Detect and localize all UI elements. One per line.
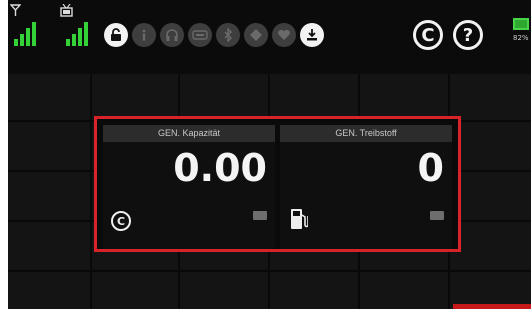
signal-bar — [66, 39, 70, 46]
timer-icon[interactable] — [188, 23, 212, 47]
signal-bar — [14, 39, 18, 46]
copyright-button-label: C — [421, 24, 435, 46]
grid-cell[interactable] — [450, 74, 531, 120]
grid-cell[interactable] — [8, 74, 90, 120]
battery-indicator: 82% — [513, 18, 531, 50]
navigation-icon[interactable] — [244, 23, 268, 47]
antenna-signal-indicator — [10, 4, 44, 48]
grid-cell[interactable] — [92, 74, 178, 120]
generator-fuel-title: GEN. Treibstoff — [280, 125, 452, 142]
app-screen: C ? 82% GEN. Kapazität 0.00 C GEN. Treib… — [8, 0, 531, 309]
bottom-accent-bar — [453, 304, 531, 309]
copyright-button[interactable]: C — [413, 20, 443, 50]
selected-telemetry-widget[interactable]: GEN. Kapazität 0.00 C GEN. Treibstoff 0 — [94, 116, 461, 252]
grid-cell[interactable] — [360, 272, 448, 309]
grid-cell[interactable] — [8, 122, 90, 170]
help-button-label: ? — [462, 24, 474, 46]
grid-cell[interactable] — [270, 74, 358, 120]
bluetooth-icon[interactable] — [216, 23, 240, 47]
grid-cell[interactable] — [180, 272, 268, 309]
download-icon[interactable] — [300, 23, 324, 47]
heart-icon[interactable] — [272, 23, 296, 47]
headphones-icon[interactable] — [160, 23, 184, 47]
grid-cell[interactable] — [450, 122, 531, 170]
generator-fuel-value: 0 — [417, 146, 444, 190]
signal-bar — [72, 34, 76, 46]
status-bar: C ? 82% — [8, 0, 531, 74]
grid-cell[interactable] — [92, 272, 178, 309]
signal-bar — [20, 34, 24, 46]
help-button[interactable]: ? — [453, 20, 483, 50]
signal-bar — [26, 28, 30, 46]
signal-bar — [78, 28, 82, 46]
grid-cell[interactable] — [180, 74, 268, 120]
grid-cell[interactable] — [8, 172, 90, 220]
battery-icon — [513, 18, 529, 30]
unlock-icon[interactable] — [104, 23, 128, 47]
signal-strength-bars — [66, 18, 96, 46]
unit-badge — [430, 211, 444, 220]
receiver-signal-indicator — [60, 4, 96, 48]
tv-receiver-icon — [60, 4, 73, 17]
grid-cell[interactable] — [360, 74, 448, 120]
generator-capacity-value: 0.00 — [173, 146, 267, 190]
grid-cell[interactable] — [8, 272, 90, 309]
grid-cell[interactable] — [270, 272, 358, 309]
copyright-icon: C — [111, 211, 131, 231]
signal-bar — [84, 22, 88, 46]
info-icon[interactable] — [132, 23, 156, 47]
battery-percent: 82% — [513, 34, 529, 42]
grid-cell[interactable] — [8, 222, 90, 270]
grid-cell[interactable] — [450, 172, 531, 220]
signal-bar — [32, 22, 36, 46]
fuel-pump-icon — [291, 209, 308, 229]
generator-fuel-panel[interactable]: GEN. Treibstoff 0 — [280, 125, 452, 249]
grid-cell[interactable] — [450, 222, 531, 270]
unit-badge — [253, 211, 267, 220]
antenna-icon — [10, 4, 21, 16]
generator-capacity-panel[interactable]: GEN. Kapazität 0.00 C — [103, 125, 275, 249]
signal-strength-bars — [14, 18, 44, 46]
generator-capacity-title: GEN. Kapazität — [103, 125, 275, 142]
